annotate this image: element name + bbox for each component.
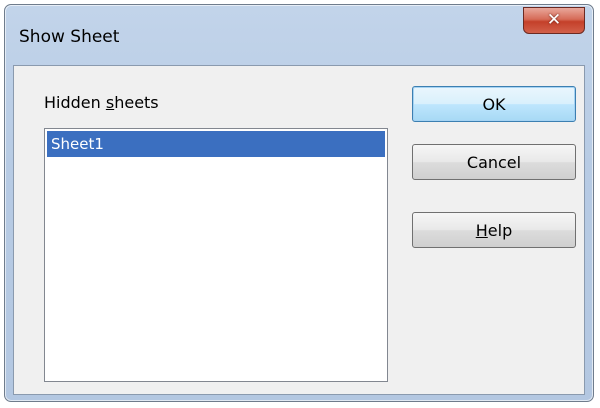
hidden-sheets-label: Hidden sheets: [44, 93, 159, 112]
hidden-sheets-label-pre: Hidden: [44, 93, 106, 112]
help-label-rest: elp: [487, 220, 513, 240]
dialog-body: Hidden sheets Sheet1 OK Cancel Help: [13, 65, 585, 395]
show-sheet-dialog: Show Sheet ✕ Hidden sheets Sheet1 OK Can…: [4, 4, 594, 402]
close-button[interactable]: ✕: [523, 7, 585, 34]
hidden-sheets-label-accesskey: s: [105, 93, 115, 112]
cancel-button[interactable]: Cancel: [412, 144, 576, 180]
help-button[interactable]: Help: [412, 212, 576, 248]
help-button-label: Help: [476, 221, 512, 240]
list-item-sheet1[interactable]: Sheet1: [47, 131, 385, 157]
hidden-sheets-label-post: heets: [114, 93, 159, 112]
close-icon: ✕: [546, 10, 562, 30]
ok-button[interactable]: OK: [412, 86, 576, 122]
dialog-title: Show Sheet: [19, 27, 120, 47]
title-bar[interactable]: Show Sheet ✕: [5, 5, 593, 65]
hidden-sheets-listbox[interactable]: Sheet1: [44, 128, 388, 382]
help-accesskey: H: [475, 220, 488, 240]
cancel-button-label: Cancel: [466, 152, 522, 172]
ok-button-label: OK: [482, 94, 506, 114]
